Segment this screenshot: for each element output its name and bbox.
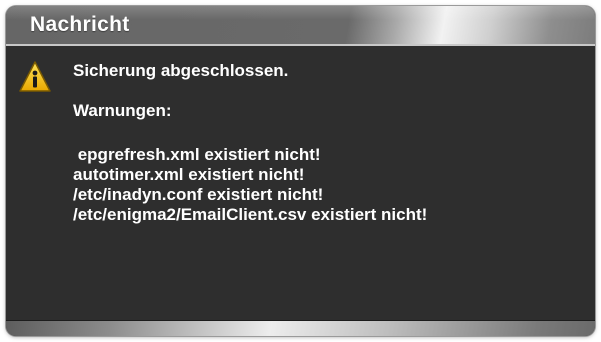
warnings-label: Warnungen: xyxy=(73,101,172,120)
warning-line: /etc/enigma2/EmailClient.csv existiert n… xyxy=(73,205,428,224)
message-text: Sicherung abgeschlossen. Warnungen: epgr… xyxy=(73,61,573,225)
message-dialog: Nachricht Sicherung abgeschlossen. Warnu… xyxy=(6,6,595,336)
warning-line: autotimer.xml existiert nicht! xyxy=(73,165,305,184)
dialog-body: Sicherung abgeschlossen. Warnungen: epgr… xyxy=(6,46,595,321)
warning-icon xyxy=(18,60,52,94)
warning-line: epgrefresh.xml existiert nicht! xyxy=(73,145,321,164)
message-headline: Sicherung abgeschlossen. xyxy=(73,61,289,80)
title-bar: Nachricht xyxy=(6,6,595,46)
warning-line: /etc/inadyn.conf existiert nicht! xyxy=(73,185,324,204)
dialog-title: Nachricht xyxy=(30,13,130,36)
bottom-bar xyxy=(6,320,595,336)
